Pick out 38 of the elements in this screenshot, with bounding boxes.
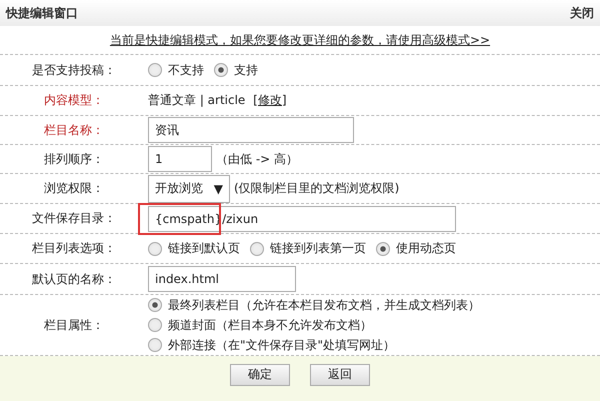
action-button[interactable]: 返回	[310, 364, 370, 386]
close-link[interactable]: 关闭	[570, 4, 594, 22]
input-field[interactable]: 资讯	[148, 117, 354, 143]
field-label: 排列顺序：	[44, 150, 104, 168]
input-field[interactable]: index.html	[148, 266, 296, 292]
field-label: 文件保存目录：	[32, 210, 116, 227]
radio-button[interactable]	[148, 298, 162, 312]
field-label: 是否支持投稿：	[32, 62, 116, 78]
field-label: 栏目属性：	[44, 316, 104, 334]
model-text: 普通文章 | article	[148, 92, 246, 109]
hint-text: (仅限制栏目里的文档浏览权限)	[234, 180, 400, 197]
radio-button[interactable]	[214, 63, 228, 77]
radio-button[interactable]	[148, 318, 162, 332]
radio-option[interactable]: 频道封面（栏目本身不允许发布文档）	[148, 316, 480, 334]
action-button[interactable]: 确定	[230, 364, 290, 386]
field-label: 浏览权限：	[44, 180, 104, 197]
radio-option[interactable]: 链接到默认页	[148, 240, 240, 257]
radio-option[interactable]: 最终列表栏目（允许在本栏目发布文档，并生成文档列表）	[148, 296, 480, 314]
input-field[interactable]: 1	[148, 146, 212, 172]
advanced-mode-link[interactable]: 当前是快捷编辑模式，如果您要修改更详细的参数，请使用高级模式>>	[110, 32, 490, 48]
radio-button[interactable]	[148, 63, 162, 77]
window-title: 快捷编辑窗口	[6, 4, 78, 22]
edit-link[interactable]: [修改]	[253, 92, 287, 109]
radio-button[interactable]	[148, 242, 162, 256]
radio-option[interactable]: 链接到列表第一页	[250, 240, 366, 257]
field-label: 栏目名称：	[44, 122, 104, 138]
radio-option[interactable]: 支持	[214, 62, 258, 78]
radio-button[interactable]	[250, 242, 264, 256]
select-field[interactable]: 开放浏览 ▼	[148, 174, 230, 202]
hint-text: （由低 -> 高）	[216, 150, 298, 168]
radio-option[interactable]: 不支持	[148, 62, 204, 78]
field-label: 内容模型：	[44, 92, 104, 109]
radio-option[interactable]: 外部连接（在"文件保存目录"处填写网址）	[148, 336, 480, 354]
field-label: 默认页的名称：	[32, 270, 116, 288]
radio-button[interactable]	[376, 242, 390, 256]
radio-option[interactable]: 使用动态页	[376, 240, 456, 257]
field-label: 栏目列表选项：	[32, 240, 116, 257]
radio-button[interactable]	[148, 338, 162, 352]
